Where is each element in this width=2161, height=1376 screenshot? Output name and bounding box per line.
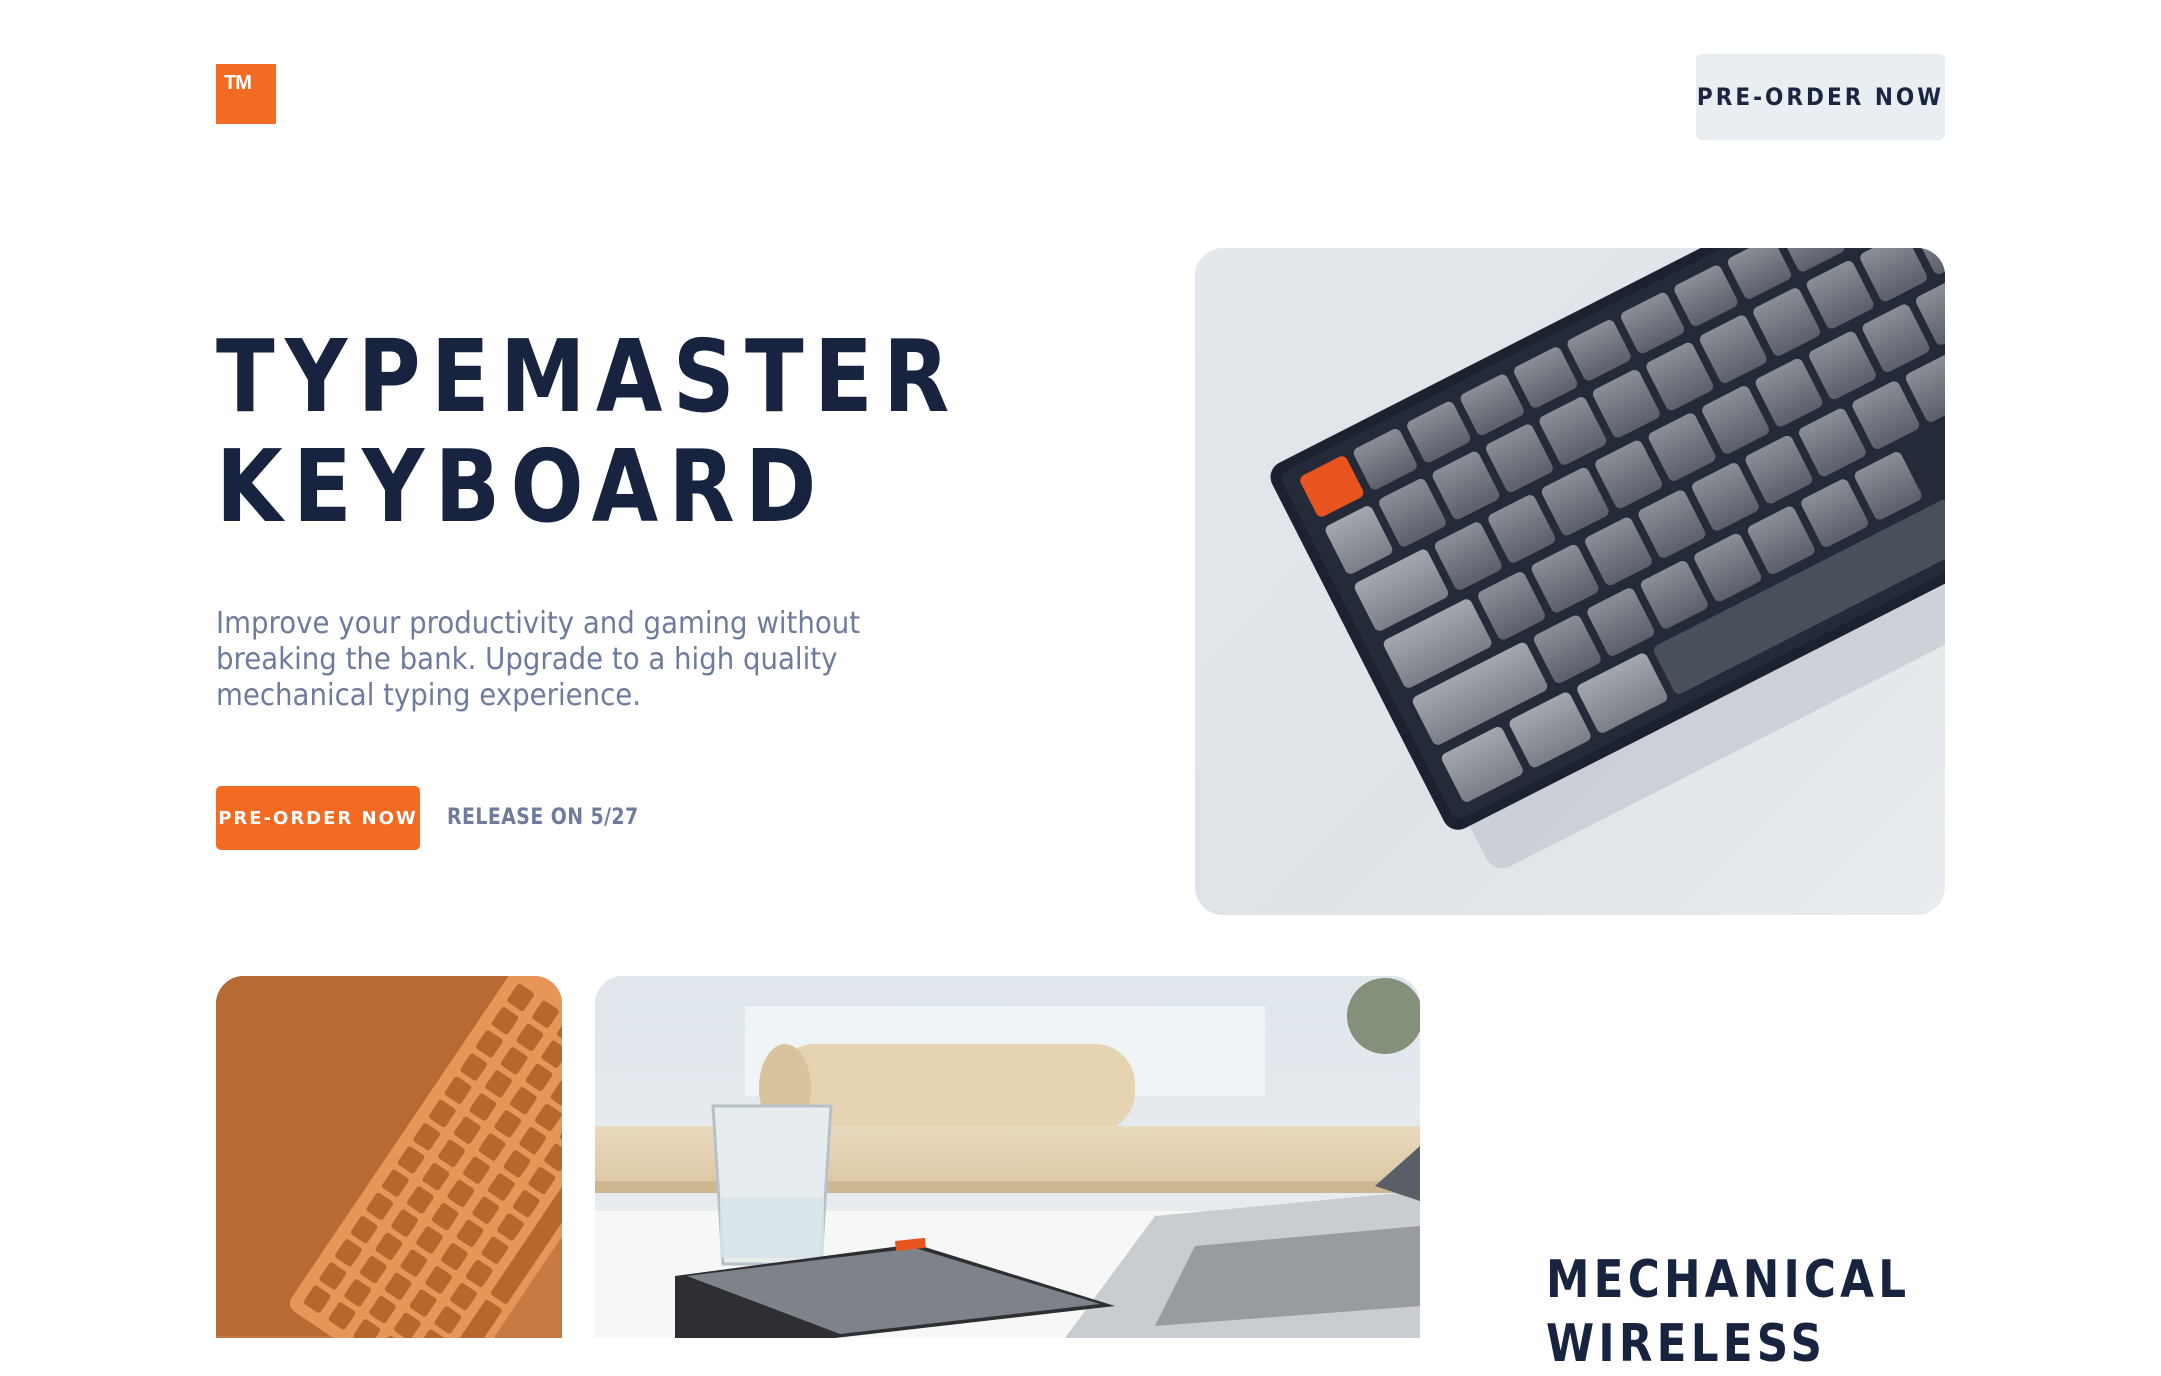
hero-title-line-2: KEYBOARD bbox=[216, 428, 827, 545]
hero-preorder-button[interactable]: PRE-ORDER NOW bbox=[216, 786, 420, 850]
brand-logo[interactable]: TM bbox=[216, 64, 276, 124]
orange-keyboard-photo bbox=[216, 976, 562, 1338]
hero-description: Improve your productivity and gaming wit… bbox=[216, 606, 861, 713]
desk-keyboard-photo bbox=[595, 976, 1420, 1338]
keyboard-photo bbox=[1195, 248, 1945, 915]
hero-title-line-1: TYPEMASTER bbox=[216, 318, 960, 435]
features-title: MECHANICAL WIRELESS bbox=[1546, 1248, 1983, 1376]
features-title-line-1: MECHANICAL bbox=[1546, 1250, 1911, 1310]
release-date-text: RELEASE ON 5/27 bbox=[447, 805, 639, 830]
features-title-line-2: WIRELESS bbox=[1546, 1314, 1827, 1374]
hero-title: TYPEMASTER KEYBOARD bbox=[216, 322, 990, 542]
header-preorder-button[interactable]: PRE-ORDER NOW bbox=[1696, 54, 1945, 140]
